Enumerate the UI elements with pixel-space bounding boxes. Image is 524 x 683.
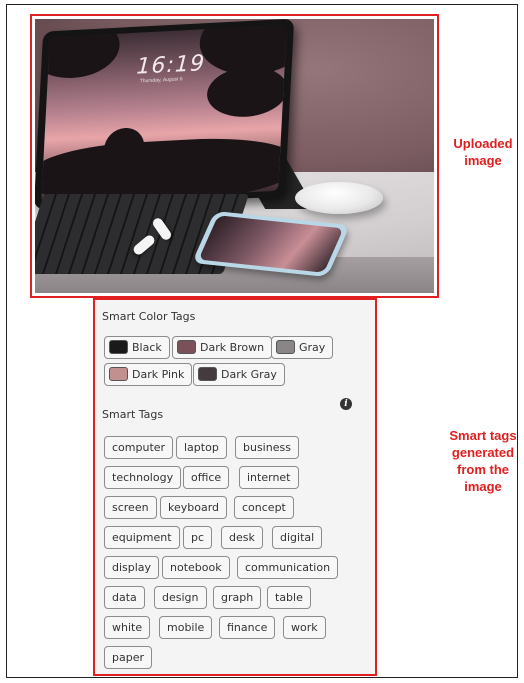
photo-mouse: [295, 182, 383, 214]
smart-tag[interactable]: computer: [104, 436, 174, 459]
smart-tags-label: Smart tags generated from the image: [449, 428, 517, 494]
smart-tag[interactable]: table: [267, 586, 311, 609]
photo-clock: 16:19: [135, 51, 206, 80]
uploaded-image-box: 16:19 Thursday, August 6: [30, 14, 439, 298]
color-tag-dark-brown[interactable]: Dark Brown: [172, 336, 273, 359]
photo-palm: [205, 64, 287, 119]
smart-tag[interactable]: work: [283, 616, 326, 639]
color-tag-black[interactable]: Black: [104, 336, 170, 359]
smart-tag[interactable]: pc: [183, 526, 213, 549]
smart-color-tags-title: Smart Color Tags: [102, 310, 196, 323]
color-tag-dark-gray[interactable]: Dark Gray: [193, 363, 285, 386]
color-tag-dark-pink[interactable]: Dark Pink: [104, 363, 193, 386]
photo-date: Thursday, August 6: [139, 76, 183, 85]
photo-tablet-screen: 16:19 Thursday, August 6: [41, 24, 287, 204]
color-tag-label: Dark Gray: [221, 368, 277, 381]
smart-tag[interactable]: paper: [104, 646, 152, 669]
photo-tablet: 16:19 Thursday, August 6: [35, 19, 295, 210]
smart-tag[interactable]: laptop: [176, 436, 227, 459]
smart-tag[interactable]: graph: [213, 586, 262, 609]
smart-tag[interactable]: technology: [104, 466, 182, 489]
color-swatch: [109, 340, 128, 354]
smart-tag[interactable]: desk: [221, 526, 263, 549]
uploaded-photo: 16:19 Thursday, August 6: [35, 19, 434, 293]
smart-tag[interactable]: mobile: [159, 616, 213, 639]
photo-palm: [41, 24, 122, 81]
smart-tag[interactable]: internet: [239, 466, 299, 489]
color-tag-label: Dark Pink: [132, 368, 185, 381]
uploaded-image-label: Uploaded image: [453, 136, 513, 168]
smart-tags-title: Smart Tags: [102, 408, 164, 421]
smart-tag[interactable]: finance: [219, 616, 276, 639]
smart-tag[interactable]: business: [235, 436, 299, 459]
smart-tag[interactable]: office: [183, 466, 230, 489]
color-swatch: [276, 340, 295, 354]
color-swatch: [198, 367, 217, 381]
smart-tag[interactable]: equipment: [104, 526, 180, 549]
smart-tag[interactable]: keyboard: [160, 496, 228, 519]
color-swatch: [109, 367, 128, 381]
smart-tag[interactable]: design: [154, 586, 207, 609]
color-tag-gray[interactable]: Gray: [271, 336, 334, 359]
photo-phone-screen: [198, 215, 344, 273]
smart-tag[interactable]: display: [104, 556, 160, 579]
figure-frame: 16:19 Thursday, August 6 Uploaded image …: [6, 4, 518, 678]
color-tag-label: Gray: [299, 341, 326, 354]
smart-tag[interactable]: data: [104, 586, 145, 609]
smart-tag[interactable]: concept: [234, 496, 294, 519]
smart-tag[interactable]: communication: [237, 556, 339, 579]
color-tag-label: Dark Brown: [200, 341, 265, 354]
color-swatch: [177, 340, 196, 354]
smart-tag[interactable]: white: [104, 616, 151, 639]
smart-tag[interactable]: notebook: [162, 556, 230, 579]
info-icon[interactable]: i: [340, 398, 352, 410]
tags-panel: Smart Color Tags Black Dark Brown Gray D…: [93, 298, 377, 676]
color-tag-label: Black: [132, 341, 162, 354]
photo-palm: [41, 134, 287, 204]
smart-tag[interactable]: digital: [272, 526, 323, 549]
smart-tag[interactable]: screen: [104, 496, 157, 519]
